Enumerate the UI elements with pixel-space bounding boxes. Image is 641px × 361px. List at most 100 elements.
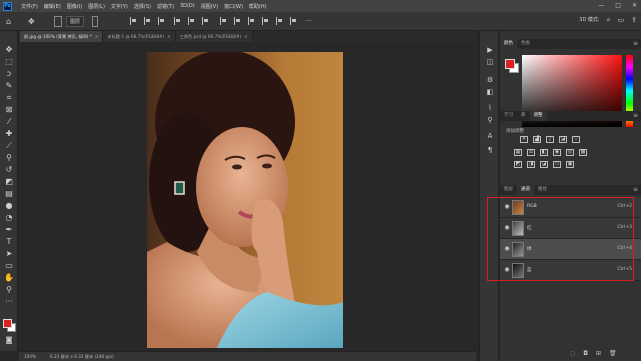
foreground-color-swatch[interactable] [3,319,12,328]
actions-panel-icon[interactable]: ◫ [485,57,495,67]
workspace-icon[interactable]: ▭ [618,16,625,25]
history-brush-tool-icon[interactable]: ↺ [4,165,14,175]
vibrance-icon[interactable]: ▽ [572,136,580,143]
auto-select-checkbox[interactable] [54,16,62,27]
curves-icon[interactable]: ∫ [546,136,554,143]
frame-tool-icon[interactable]: ⊠ [4,105,14,115]
selective-color-icon[interactable]: ▣ [566,161,574,168]
distribute-left-icon[interactable] [262,17,269,25]
distribute-bottom-icon[interactable] [248,17,255,25]
marquee-tool-icon[interactable]: ⬚ [4,57,14,67]
align-right-icon[interactable] [158,17,165,25]
distribute-center-icon[interactable] [276,17,283,25]
path-selection-tool-icon[interactable]: ➤ [4,249,14,259]
foreground-color-swatch[interactable] [505,59,515,69]
type-tool-icon[interactable]: T [4,237,14,247]
menu-view[interactable]: 视图(V) [201,3,218,10]
posterize-icon[interactable]: ◨ [527,161,535,168]
close-icon[interactable]: ✕ [244,34,248,39]
align-left-icon[interactable] [130,17,137,25]
distribute-right-icon[interactable] [290,17,297,25]
more-options-icon[interactable]: ··· [306,16,312,27]
menu-edit[interactable]: 编辑(E) [44,3,61,10]
clone-stamp-tool-icon[interactable]: ⚲ [4,153,14,163]
panel-menu-icon[interactable]: ≡ [633,111,638,121]
character-panel-icon[interactable]: A [485,131,495,141]
blur-tool-icon[interactable]: ● [4,201,14,211]
panel-menu-icon[interactable]: ≡ [633,39,638,49]
invert-icon[interactable]: ◩ [514,161,522,168]
distribute-middle-icon[interactable] [234,17,241,25]
auto-select-target-dropdown[interactable]: 图层 [66,16,85,27]
clone-source-icon[interactable]: ⚲ [485,115,495,125]
move-tool-icon[interactable]: ✥ [28,16,35,27]
dodge-tool-icon[interactable]: ◔ [4,213,14,223]
color-balance-icon[interactable]: ⚖ [527,149,535,156]
menu-file[interactable]: 文件(F) [21,3,38,10]
tab-document-2[interactable]: 未标题-1 @ 66.7%(RGB/8#) ✕ [103,31,176,42]
lasso-tool-icon[interactable]: ↄ [4,69,14,79]
gradient-tool-icon[interactable]: ▤ [4,189,14,199]
tab-libraries[interactable]: 库 [517,111,530,121]
save-selection-as-channel-icon[interactable]: ◘ [583,350,588,357]
healing-brush-tool-icon[interactable]: ✚ [4,129,14,139]
tab-layers[interactable]: 图层 [500,185,517,195]
threshold-icon[interactable]: ◪ [540,161,548,168]
tab-color[interactable]: 颜色 [500,39,517,49]
home-icon[interactable]: ⌂ [6,16,11,27]
close-button[interactable]: ✕ [632,2,637,9]
menu-window[interactable]: 窗口(W) [224,3,243,10]
eyedropper-tool-icon[interactable]: ⁄ [4,117,14,127]
delete-channel-icon[interactable]: 🗑 [609,350,617,357]
load-channel-selection-icon[interactable]: ◌ [570,350,575,357]
libraries-panel-icon[interactable]: ◧ [485,87,495,97]
channel-mixer-icon[interactable]: ◎ [566,149,574,156]
photo-filter-icon[interactable]: ◉ [553,149,561,156]
align-top-icon[interactable] [174,17,181,25]
tab-document-1[interactable]: 前.jpg @ 100% (背景 拷贝, 绿/8) * ✕ [20,31,104,42]
crop-tool-icon[interactable]: ⌗ [4,93,14,103]
menu-type[interactable]: 文字(Y) [111,3,128,10]
menu-select[interactable]: 选择(S) [134,3,151,10]
align-middle-icon[interactable] [188,17,195,25]
brush-tool-icon[interactable]: ⟋ [4,141,14,151]
brightness-contrast-icon[interactable]: ☀ [520,136,528,143]
panel-menu-icon[interactable]: ≡ [633,185,638,195]
paragraph-panel-icon[interactable]: ¶ [485,145,495,155]
more-tools-icon[interactable]: ··· [4,297,14,307]
properties-panel-icon[interactable]: ⚙ [485,75,495,85]
tab-adjustments[interactable]: 调整 [529,111,547,121]
tab-channels[interactable]: 通道 [517,185,534,195]
shape-tool-icon[interactable]: ▭ [4,261,14,271]
menu-layer[interactable]: 图层(L) [88,3,105,10]
tab-swatches[interactable]: 色板 [517,39,534,49]
new-channel-icon[interactable]: ⊞ [596,350,601,357]
menu-image[interactable]: 图像(I) [67,3,82,10]
search-icon[interactable]: ⌕ [607,16,611,25]
distribute-top-icon[interactable] [220,17,227,25]
exposure-icon[interactable]: ◪ [559,136,567,143]
document-canvas[interactable] [147,52,343,348]
zoom-tool-icon[interactable]: ⚲ [4,285,14,295]
menu-3d[interactable]: 3D(D) [180,3,195,9]
hand-tool-icon[interactable]: ✋ [4,273,14,283]
close-icon[interactable]: ✕ [167,34,171,39]
quick-select-tool-icon[interactable]: ✎ [4,81,14,91]
hue-saturation-icon[interactable]: ▦ [514,149,522,156]
share-icon[interactable]: ⇪ [631,16,637,25]
move-tool-icon[interactable]: ✥ [4,45,14,55]
levels-icon[interactable]: ▟ [533,136,541,143]
align-center-icon[interactable] [144,17,151,25]
minimize-button[interactable]: — [598,2,604,9]
eraser-tool-icon[interactable]: ◩ [4,177,14,187]
tab-paths[interactable]: 路径 [534,185,551,195]
brush-settings-icon[interactable]: ⌇ [485,103,495,113]
quick-mask-icon[interactable]: ◙ [4,335,14,345]
history-panel-icon[interactable]: ▶ [485,45,495,55]
transform-controls-checkbox[interactable] [92,16,98,27]
menu-filter[interactable]: 滤镜(T) [157,3,174,10]
canvas-workspace[interactable] [19,42,476,351]
close-icon[interactable]: ✕ [95,34,99,39]
gradient-map-icon[interactable]: ▭ [553,161,561,168]
maximize-button[interactable]: □ [615,2,621,9]
